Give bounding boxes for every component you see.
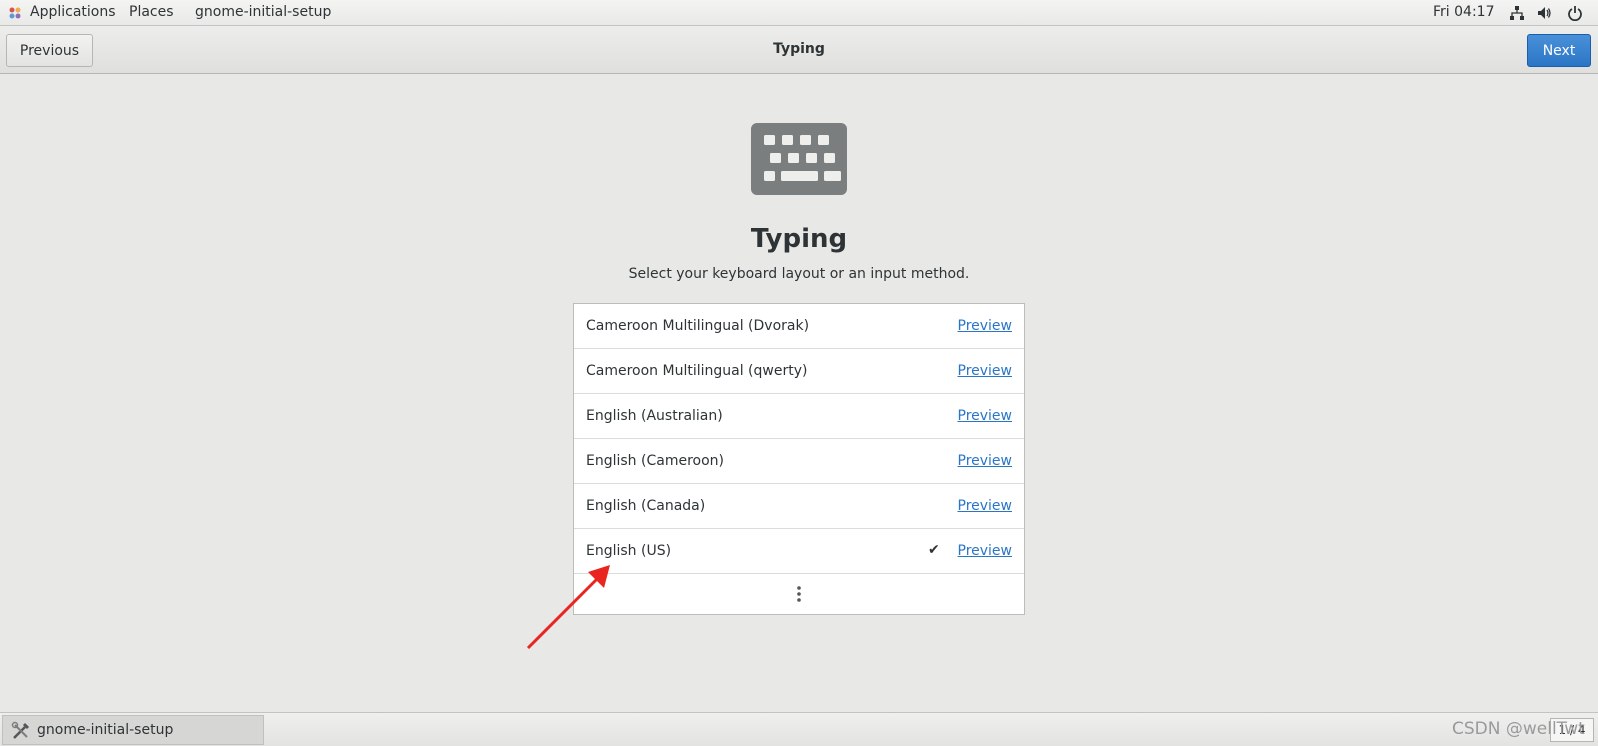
preview-link[interactable]: Preview (958, 363, 1013, 379)
setup-tools-icon (11, 721, 30, 739)
checkmark-icon: ✔ (928, 542, 940, 558)
watermark: CSDN @wellTwt (1452, 719, 1585, 739)
list-item[interactable]: English (Canada) Preview (574, 484, 1024, 529)
preview-link[interactable]: Preview (958, 318, 1013, 334)
layout-name: English (Australian) (586, 408, 723, 424)
page-heading: Typing (750, 224, 848, 254)
list-item[interactable]: English (Australian) Preview (574, 394, 1024, 439)
layout-name: English (US) (586, 543, 672, 559)
taskbar-window-button[interactable]: gnome-initial-setup (2, 715, 264, 745)
keyboard-icon (751, 123, 847, 195)
preview-link[interactable]: Preview (958, 498, 1013, 514)
power-icon[interactable] (1567, 5, 1583, 21)
volume-icon[interactable] (1536, 5, 1552, 21)
page-subtitle: Select your keyboard layout or an input … (628, 266, 970, 282)
list-item-selected[interactable]: English (US) ✔ Preview (574, 529, 1024, 574)
list-item[interactable]: Cameroon Multilingual (qwerty) Preview (574, 349, 1024, 394)
more-vertical-icon (797, 586, 801, 602)
taskbar-label: gnome-initial-setup (37, 722, 174, 738)
list-item[interactable]: Cameroon Multilingual (Dvorak) Preview (574, 304, 1024, 349)
header-bar: Previous Typing Next (0, 26, 1598, 74)
network-icon[interactable] (1509, 5, 1525, 21)
layout-name: Cameroon Multilingual (qwerty) (586, 363, 808, 379)
app-menu[interactable]: gnome-initial-setup (195, 4, 331, 20)
next-button[interactable]: Next (1527, 34, 1591, 67)
top-panel: Applications Places gnome-initial-setup … (0, 0, 1598, 26)
layout-name: Cameroon Multilingual (Dvorak) (586, 318, 810, 334)
bottom-panel: gnome-initial-setup 1 / 4 (0, 712, 1598, 746)
layout-name: English (Canada) (586, 498, 706, 514)
preview-link[interactable]: Preview (958, 543, 1013, 559)
layout-name: English (Cameroon) (586, 453, 724, 469)
more-layouts-button[interactable] (574, 574, 1024, 614)
clock[interactable]: Fri 04:17 (1433, 4, 1494, 20)
header-title: Typing (773, 41, 825, 57)
applications-menu-icon[interactable] (8, 6, 22, 20)
list-item[interactable]: English (Cameroon) Preview (574, 439, 1024, 484)
places-menu[interactable]: Places (129, 4, 174, 20)
keyboard-layout-list: Cameroon Multilingual (Dvorak) Preview C… (573, 303, 1025, 615)
preview-link[interactable]: Preview (958, 408, 1013, 424)
applications-menu[interactable]: Applications (30, 4, 116, 20)
preview-link[interactable]: Preview (958, 453, 1013, 469)
